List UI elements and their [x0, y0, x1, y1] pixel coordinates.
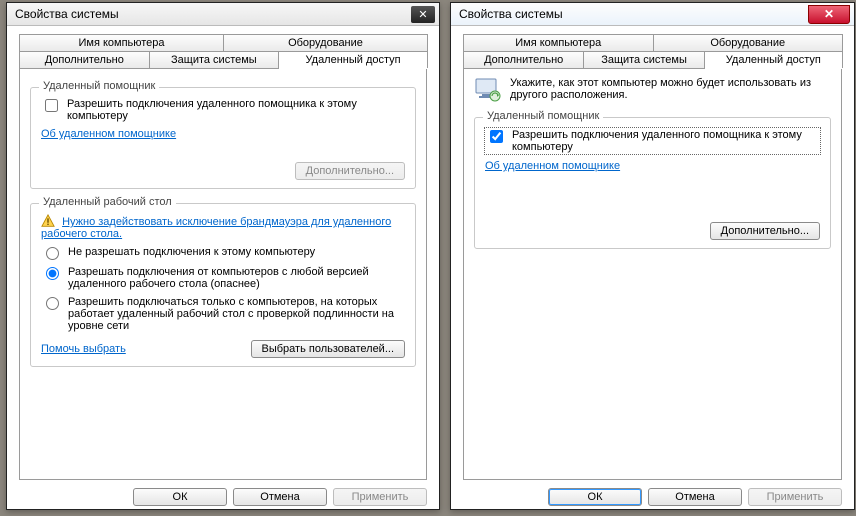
tab-advanced[interactable]: Дополнительно: [463, 51, 584, 68]
group-remote-desktop: Удаленный рабочий стол Нужно задействова…: [30, 203, 416, 367]
tab-remote-page: Удаленный помощник Разрешить подключения…: [19, 68, 427, 480]
close-button[interactable]: ✕: [411, 6, 435, 23]
apply-button[interactable]: Применить: [748, 488, 842, 506]
remote-assistant-checkbox-text: Разрешить подключения удаленного помощни…: [67, 98, 405, 122]
assistant-advanced-button[interactable]: Дополнительно...: [710, 222, 820, 240]
group-remote-assistant: Удаленный помощник Разрешить подключения…: [474, 117, 831, 249]
remote-info-icon: [474, 77, 502, 103]
tabs: Имя компьютера Оборудование Дополнительн…: [19, 34, 427, 480]
close-button[interactable]: ✕: [808, 5, 850, 24]
titlebar: Свойства системы ✕: [7, 3, 439, 26]
tab-remote-page: Укажите, как этот компьютер можно будет …: [463, 68, 842, 480]
assistant-advanced-button[interactable]: Дополнительно...: [295, 162, 405, 180]
remote-assistant-legend: Удаленный помощник: [483, 110, 603, 122]
tab-remote[interactable]: Удаленный доступ: [704, 51, 843, 68]
remote-assistant-checkbox[interactable]: [45, 99, 58, 112]
tab-system-protection[interactable]: Защита системы: [583, 51, 704, 68]
rdp-option-nla[interactable]: Разрешить подключаться только с компьюте…: [41, 296, 405, 332]
rdp-radio-any-label: Разрешать подключения от компьютеров с л…: [68, 266, 405, 290]
tabs: Имя компьютера Оборудование Дополнительн…: [463, 34, 842, 480]
remote-assistant-checkbox-label[interactable]: Разрешить подключения удаленного помощни…: [41, 98, 405, 122]
remote-assistant-checkbox-label[interactable]: Разрешить подключения удаленного помощни…: [485, 128, 820, 154]
firewall-exception-link[interactable]: Нужно задействовать исключение брандмауэ…: [41, 216, 391, 240]
rdp-radio-nla-label: Разрешить подключаться только с компьюте…: [68, 296, 405, 332]
tab-hardware[interactable]: Оборудование: [223, 34, 428, 51]
select-users-button[interactable]: Выбрать пользователей...: [251, 340, 406, 358]
window-title: Свойства системы: [15, 7, 411, 21]
titlebar: Свойства системы ✕: [451, 3, 854, 26]
tab-remote[interactable]: Удаленный доступ: [278, 51, 428, 68]
remote-assistant-checkbox[interactable]: [490, 130, 503, 143]
dialog-system-properties-right: Свойства системы ✕ Имя компьютера Оборуд…: [450, 2, 855, 510]
remote-info-text: Укажите, как этот компьютер можно будет …: [510, 77, 831, 101]
warning-icon: [41, 214, 55, 228]
apply-button[interactable]: Применить: [333, 488, 427, 506]
window-title: Свойства системы: [459, 7, 808, 21]
rdp-option-deny[interactable]: Не разрешать подключения к этому компьют…: [41, 246, 405, 260]
rdp-option-any[interactable]: Разрешать подключения от компьютеров с л…: [41, 266, 405, 290]
ok-button[interactable]: ОК: [133, 488, 227, 506]
about-assistant-link[interactable]: Об удаленном помощнике: [41, 128, 176, 140]
tab-hardware[interactable]: Оборудование: [653, 34, 844, 51]
rdp-radio-deny[interactable]: [46, 247, 59, 260]
cancel-button[interactable]: Отмена: [648, 488, 742, 506]
tab-computer-name[interactable]: Имя компьютера: [463, 34, 654, 51]
rdp-radio-deny-label: Не разрешать подключения к этому компьют…: [68, 246, 315, 258]
rdp-radio-nla[interactable]: [46, 297, 59, 310]
ok-button[interactable]: ОК: [548, 488, 642, 506]
tab-advanced[interactable]: Дополнительно: [19, 51, 150, 68]
about-assistant-link[interactable]: Об удаленном помощнике: [485, 160, 620, 172]
help-choose-link[interactable]: Помочь выбрать: [41, 343, 126, 355]
cancel-button[interactable]: Отмена: [233, 488, 327, 506]
rdp-radio-any[interactable]: [46, 267, 59, 280]
remote-assistant-legend: Удаленный помощник: [39, 80, 159, 92]
tab-computer-name[interactable]: Имя компьютера: [19, 34, 224, 51]
group-remote-assistant: Удаленный помощник Разрешить подключения…: [30, 87, 416, 189]
dialog-system-properties-left: Свойства системы ✕ Имя компьютера Оборуд…: [6, 2, 440, 510]
remote-assistant-checkbox-text: Разрешить подключения удаленного помощни…: [512, 129, 819, 153]
remote-desktop-legend: Удаленный рабочий стол: [39, 196, 176, 208]
tab-system-protection[interactable]: Защита системы: [149, 51, 280, 68]
